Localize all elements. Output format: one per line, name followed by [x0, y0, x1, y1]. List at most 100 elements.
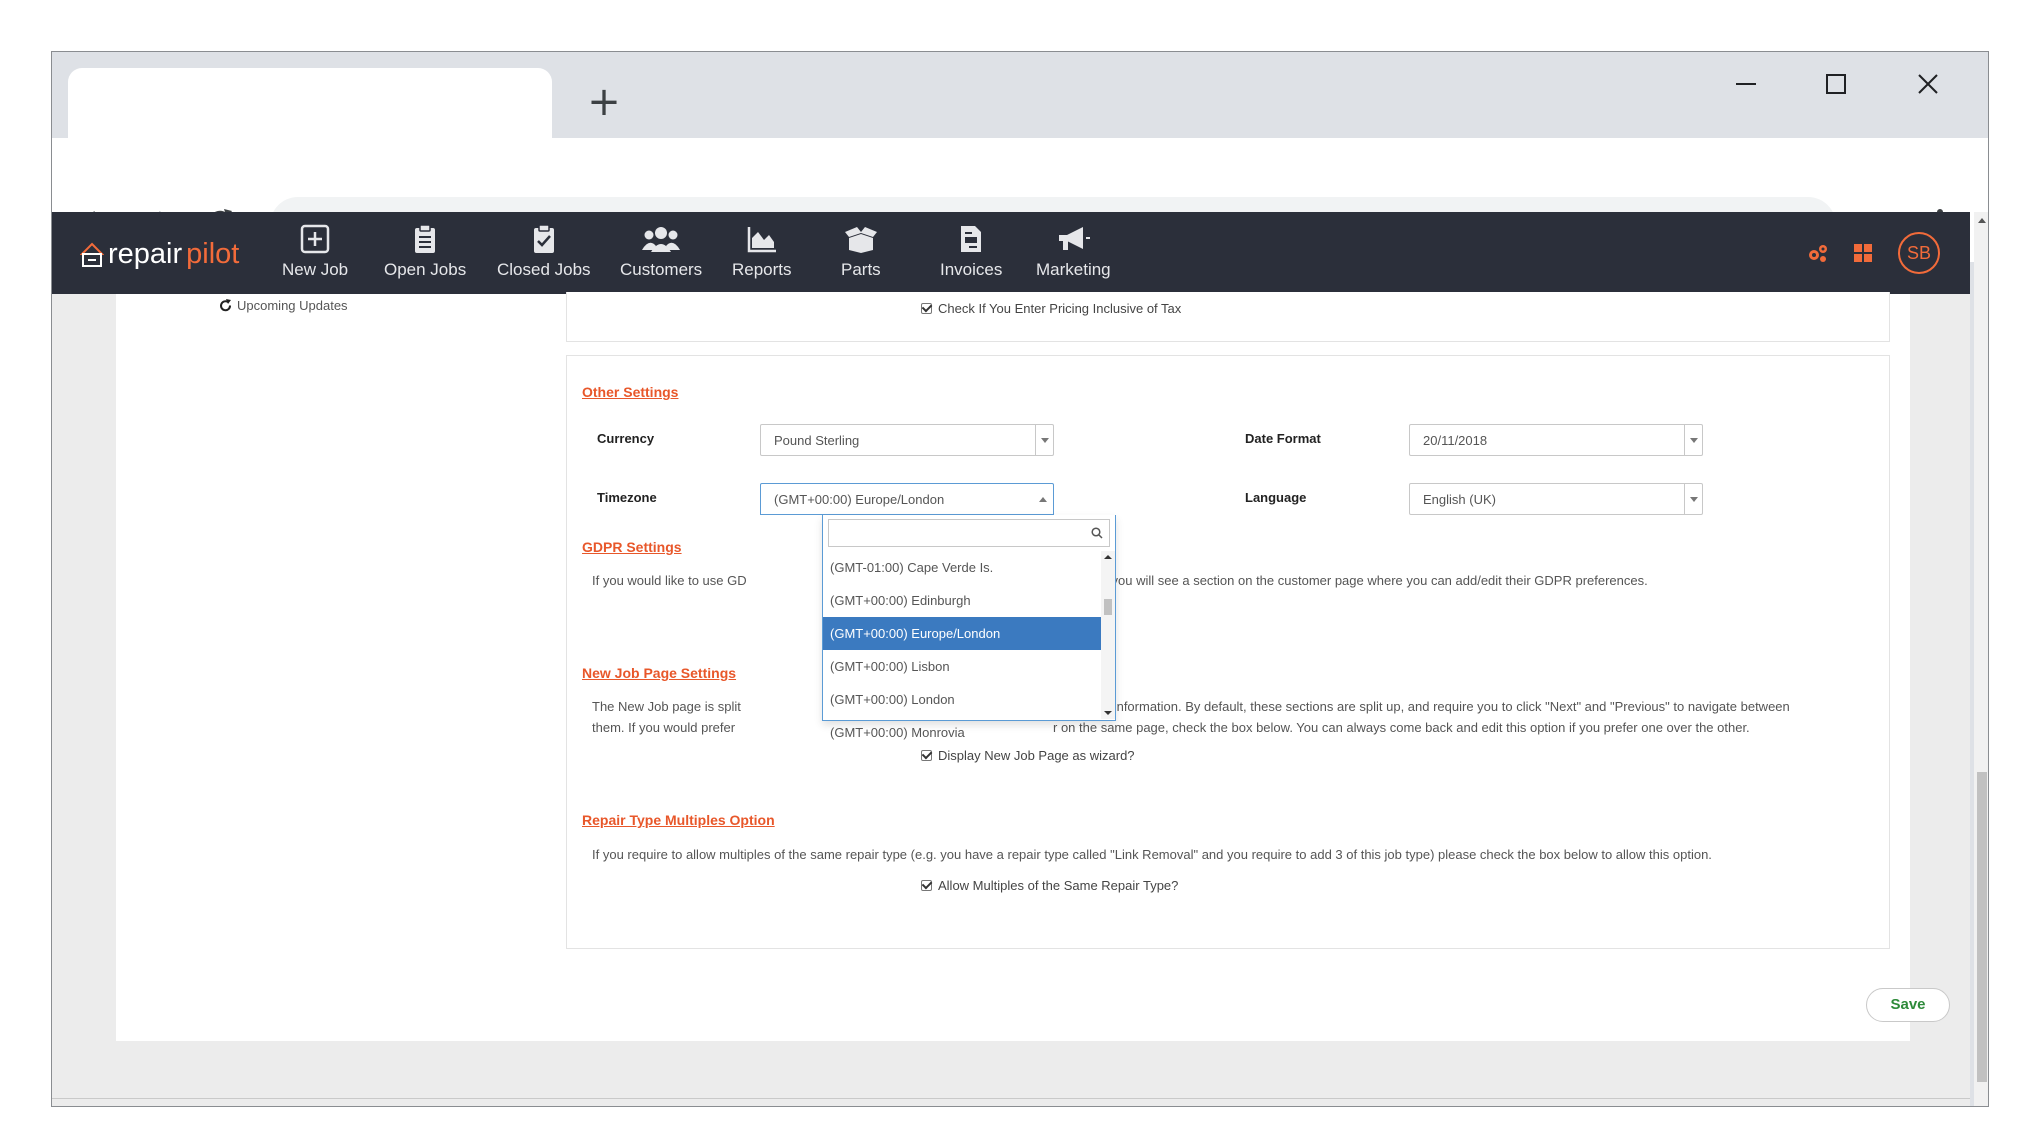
nav-parts[interactable]: Parts	[841, 224, 881, 280]
nav-label: Marketing	[1036, 260, 1111, 279]
new-tab-button[interactable]: +	[582, 80, 626, 124]
wizard-checkbox[interactable]	[921, 750, 932, 761]
bottom-divider	[52, 1098, 1970, 1099]
minimize-icon	[1736, 83, 1756, 85]
plus-square-icon	[300, 224, 330, 254]
grid-icon[interactable]	[1854, 244, 1872, 262]
page-scrollbar[interactable]	[1974, 212, 1988, 1106]
nav-closed-jobs[interactable]: Closed Jobs	[497, 224, 591, 280]
timezone-dropdown[interactable]: (GMT-01:00) Cape Verde Is. (GMT+00:00) E…	[822, 515, 1116, 740]
timezone-select[interactable]: (GMT+00:00) Europe/London	[760, 483, 1054, 515]
brand-name-part1: repair	[108, 238, 183, 270]
page-scroll-thumb[interactable]	[1977, 772, 1987, 1082]
page-area: Upcoming Updates Check If You Enter Pric…	[52, 292, 1970, 1106]
timezone-option[interactable]: (GMT+00:00) Edinburgh	[823, 584, 1101, 617]
multiples-checkbox-label: Allow Multiples of the Same Repair Type?	[938, 878, 1179, 893]
timezone-option[interactable]: (GMT+00:00) Monrovia	[823, 716, 1101, 749]
timezone-value: (GMT+00:00) Europe/London	[774, 492, 945, 507]
scroll-up-arrow-icon[interactable]	[1104, 555, 1112, 559]
repair-multiples-heading[interactable]: Repair Type Multiples Option	[582, 812, 775, 828]
currency-label: Currency	[597, 431, 655, 446]
settings-content: Upcoming Updates Check If You Enter Pric…	[116, 292, 1950, 1041]
tax-inclusive-label: Check If You Enter Pricing Inclusive of …	[938, 301, 1182, 316]
chevron-down-icon	[1684, 484, 1702, 514]
refresh-icon	[220, 298, 231, 311]
gdpr-text-left: If you would like to use GD	[592, 573, 747, 588]
new-job-text-line2-right: r on the same page, check the box below.…	[1053, 720, 1750, 735]
nav-label: Customers	[620, 260, 703, 279]
timezone-option[interactable]: (GMT-01:00) Cape Verde Is.	[823, 551, 1101, 584]
navbar-right-tools: SB	[1806, 212, 1940, 294]
nav-new-job[interactable]: New Job	[282, 224, 348, 280]
brand-logo[interactable]: repair pilot	[80, 238, 239, 271]
chevron-down-icon	[1684, 425, 1702, 455]
clipboard-list-icon	[415, 224, 436, 253]
nav-label: New Job	[282, 260, 349, 279]
dropdown-scrollbar[interactable]	[1101, 551, 1115, 719]
nav-invoices[interactable]: Invoices	[940, 224, 1002, 280]
scroll-down-arrow-icon[interactable]	[1104, 711, 1112, 715]
currency-select[interactable]: Pound Sterling	[760, 424, 1054, 456]
upcoming-updates-link[interactable]: Upcoming Updates	[219, 294, 348, 316]
timezone-option[interactable]: (GMT+00:00) Lisbon	[823, 650, 1101, 683]
new-job-text-line2-left: them. If you would prefer	[592, 720, 736, 735]
nav-open-jobs[interactable]: Open Jobs	[384, 224, 466, 280]
nav-reports[interactable]: Reports	[732, 224, 792, 280]
nav-label: Invoices	[940, 260, 1003, 279]
upcoming-updates-label: Upcoming Updates	[237, 297, 348, 313]
search-icon	[1091, 527, 1103, 539]
user-avatar[interactable]: SB	[1898, 232, 1940, 274]
multiples-checkbox-row[interactable]: Allow Multiples of the Same Repair Type?	[921, 878, 1178, 893]
logo-icon	[80, 242, 104, 267]
gdpr-settings-heading[interactable]: GDPR Settings	[582, 539, 682, 555]
clipboard-check-icon	[533, 224, 554, 253]
file-invoice-icon	[961, 226, 982, 252]
scroll-up-arrow-icon[interactable]	[1978, 218, 1986, 223]
box-open-icon	[844, 227, 877, 253]
other-settings-panel: Other Settings Currency Pound Sterling D…	[566, 355, 1890, 949]
users-icon	[642, 227, 681, 252]
pricing-panel: Check If You Enter Pricing Inclusive of …	[566, 292, 1890, 342]
maximize-button[interactable]	[1804, 58, 1868, 110]
nav-label: Closed Jobs	[497, 260, 591, 279]
wizard-checkbox-label: Display New Job Page as wizard?	[938, 748, 1135, 763]
timezone-label: Timezone	[597, 490, 657, 505]
save-button[interactable]: Save	[1866, 988, 1950, 1022]
tax-inclusive-checkbox-row[interactable]: Check If You Enter Pricing Inclusive of …	[921, 301, 1181, 316]
cogs-icon[interactable]	[1806, 244, 1828, 262]
chevron-down-icon	[1035, 425, 1053, 455]
wizard-checkbox-row[interactable]: Display New Job Page as wizard?	[921, 748, 1135, 763]
language-select[interactable]: English (UK)	[1409, 483, 1703, 515]
timezone-option-selected[interactable]: (GMT+00:00) Europe/London	[823, 617, 1101, 650]
maximize-icon	[1826, 74, 1846, 94]
dropdown-scroll-thumb[interactable]	[1104, 599, 1112, 615]
gdpr-text-right: elow, and you will see a section on the …	[1053, 573, 1648, 588]
nav-label: Reports	[732, 260, 792, 279]
brand-name-part2: pilot	[186, 238, 240, 270]
new-job-text-line1-left: The New Job page is split	[592, 699, 741, 714]
close-window-button[interactable]	[1896, 58, 1960, 110]
close-icon	[1918, 74, 1938, 94]
timezone-options-list: (GMT-01:00) Cape Verde Is. (GMT+00:00) E…	[823, 551, 1101, 749]
language-label: Language	[1245, 490, 1307, 505]
multiples-checkbox[interactable]	[921, 880, 932, 891]
nav-label: Parts	[841, 260, 881, 279]
other-settings-heading[interactable]: Other Settings	[582, 384, 678, 400]
chevron-up-icon	[1039, 497, 1047, 502]
timezone-option[interactable]: (GMT+00:00) London	[823, 683, 1101, 716]
nav-label: Open Jobs	[384, 260, 467, 279]
bullhorn-icon	[1059, 227, 1091, 250]
new-job-page-heading[interactable]: New Job Page Settings	[582, 665, 736, 681]
new-job-text-line1-right: nd Repair Information. By default, these…	[1053, 699, 1790, 714]
area-chart-icon	[747, 227, 776, 253]
nav-customers[interactable]: Customers	[620, 224, 702, 280]
date-format-select[interactable]: 20/11/2018	[1409, 424, 1703, 456]
date-format-label: Date Format	[1245, 431, 1321, 446]
tax-inclusive-checkbox[interactable]	[921, 303, 932, 314]
language-value: English (UK)	[1423, 492, 1496, 507]
currency-value: Pound Sterling	[774, 433, 860, 448]
app-navbar: repair pilot New Job Open Jobs Closed Job…	[52, 212, 1970, 294]
nav-marketing[interactable]: Marketing	[1036, 224, 1111, 280]
minimize-button[interactable]	[1714, 58, 1778, 110]
timezone-search-input[interactable]	[828, 519, 1110, 547]
